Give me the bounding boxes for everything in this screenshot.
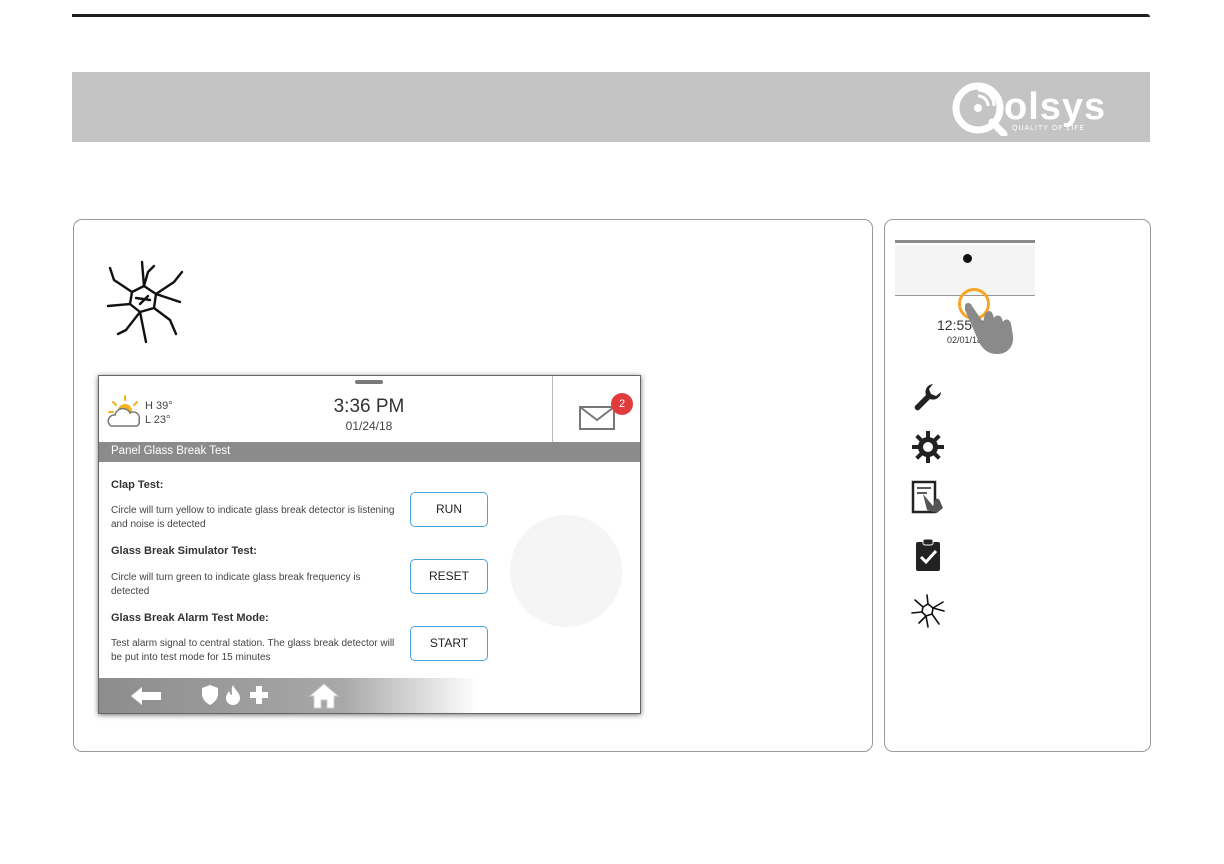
weather-low: L 23°: [145, 414, 171, 426]
alarm-test-description: Test alarm signal to central station. Th…: [111, 638, 395, 663]
logo-q-mark-icon: [952, 82, 1008, 136]
panel-status-bar: H 39° L 23° 3:36 PM 01/24/18 2: [99, 376, 640, 442]
plus-icon[interactable]: [250, 686, 268, 704]
panel-footer-nav: [99, 678, 640, 713]
glass-break-small-icon: [911, 594, 945, 628]
detector-status-circle: [510, 515, 622, 627]
top-rule: [72, 14, 1150, 17]
envelope-icon: [579, 406, 615, 430]
page-title-bar: Panel Glass Break Test: [99, 442, 640, 462]
back-arrow-icon[interactable]: [131, 687, 161, 705]
pointing-hand-icon: [965, 303, 1014, 354]
logo-tagline: QUALITY OF LIFE: [1012, 125, 1086, 132]
clap-test-description: Circle will turn yellow to indicate glas…: [111, 505, 395, 530]
gear-icon: [912, 431, 944, 463]
panel-date: 01/24/18: [345, 419, 393, 433]
partly-cloudy-icon: [107, 395, 141, 427]
panel-screen: H 39° L 23° 3:36 PM 01/24/18 2 Panel Gla…: [98, 375, 641, 714]
wrench-icon: [914, 384, 941, 411]
logo-wordmark: olsys: [1004, 86, 1107, 128]
drag-handle[interactable]: [355, 380, 383, 384]
simulator-test-heading: Glass Break Simulator Test:: [111, 545, 257, 557]
side-rule: [895, 240, 1035, 243]
start-button[interactable]: START: [410, 626, 488, 661]
panel-clock: 3:36 PM: [333, 396, 405, 417]
qolsys-logo: olsys QUALITY OF LIFE: [952, 80, 1132, 136]
page-title: Panel Glass Break Test: [111, 445, 231, 457]
side-indicator-dot: [963, 254, 972, 263]
shield-icon[interactable]: [202, 685, 218, 705]
weather-high: H 39°: [145, 400, 173, 412]
reset-button[interactable]: RESET: [410, 559, 488, 594]
header-band: olsys QUALITY OF LIFE: [72, 72, 1150, 142]
simulator-test-description: Circle will turn green to indicate glass…: [111, 572, 361, 597]
message-count-badge: 2: [611, 393, 633, 415]
flame-icon[interactable]: [226, 685, 240, 705]
run-button[interactable]: RUN: [410, 492, 488, 527]
messages-button[interactable]: 2: [552, 376, 640, 442]
alarm-test-heading: Glass Break Alarm Test Mode:: [111, 612, 269, 624]
clap-test-heading: Clap Test:: [111, 479, 164, 491]
home-icon[interactable]: [309, 683, 339, 709]
side-card: 12:55 P 02/01/18: [884, 219, 1151, 752]
clipboard-check-icon: [916, 538, 940, 571]
glass-break-icon: [106, 260, 184, 344]
side-mini-status: [895, 245, 1035, 295]
main-card: H 39° L 23° 3:36 PM 01/24/18 2 Panel Gla…: [73, 219, 873, 752]
touch-panel-icon: [911, 480, 943, 514]
